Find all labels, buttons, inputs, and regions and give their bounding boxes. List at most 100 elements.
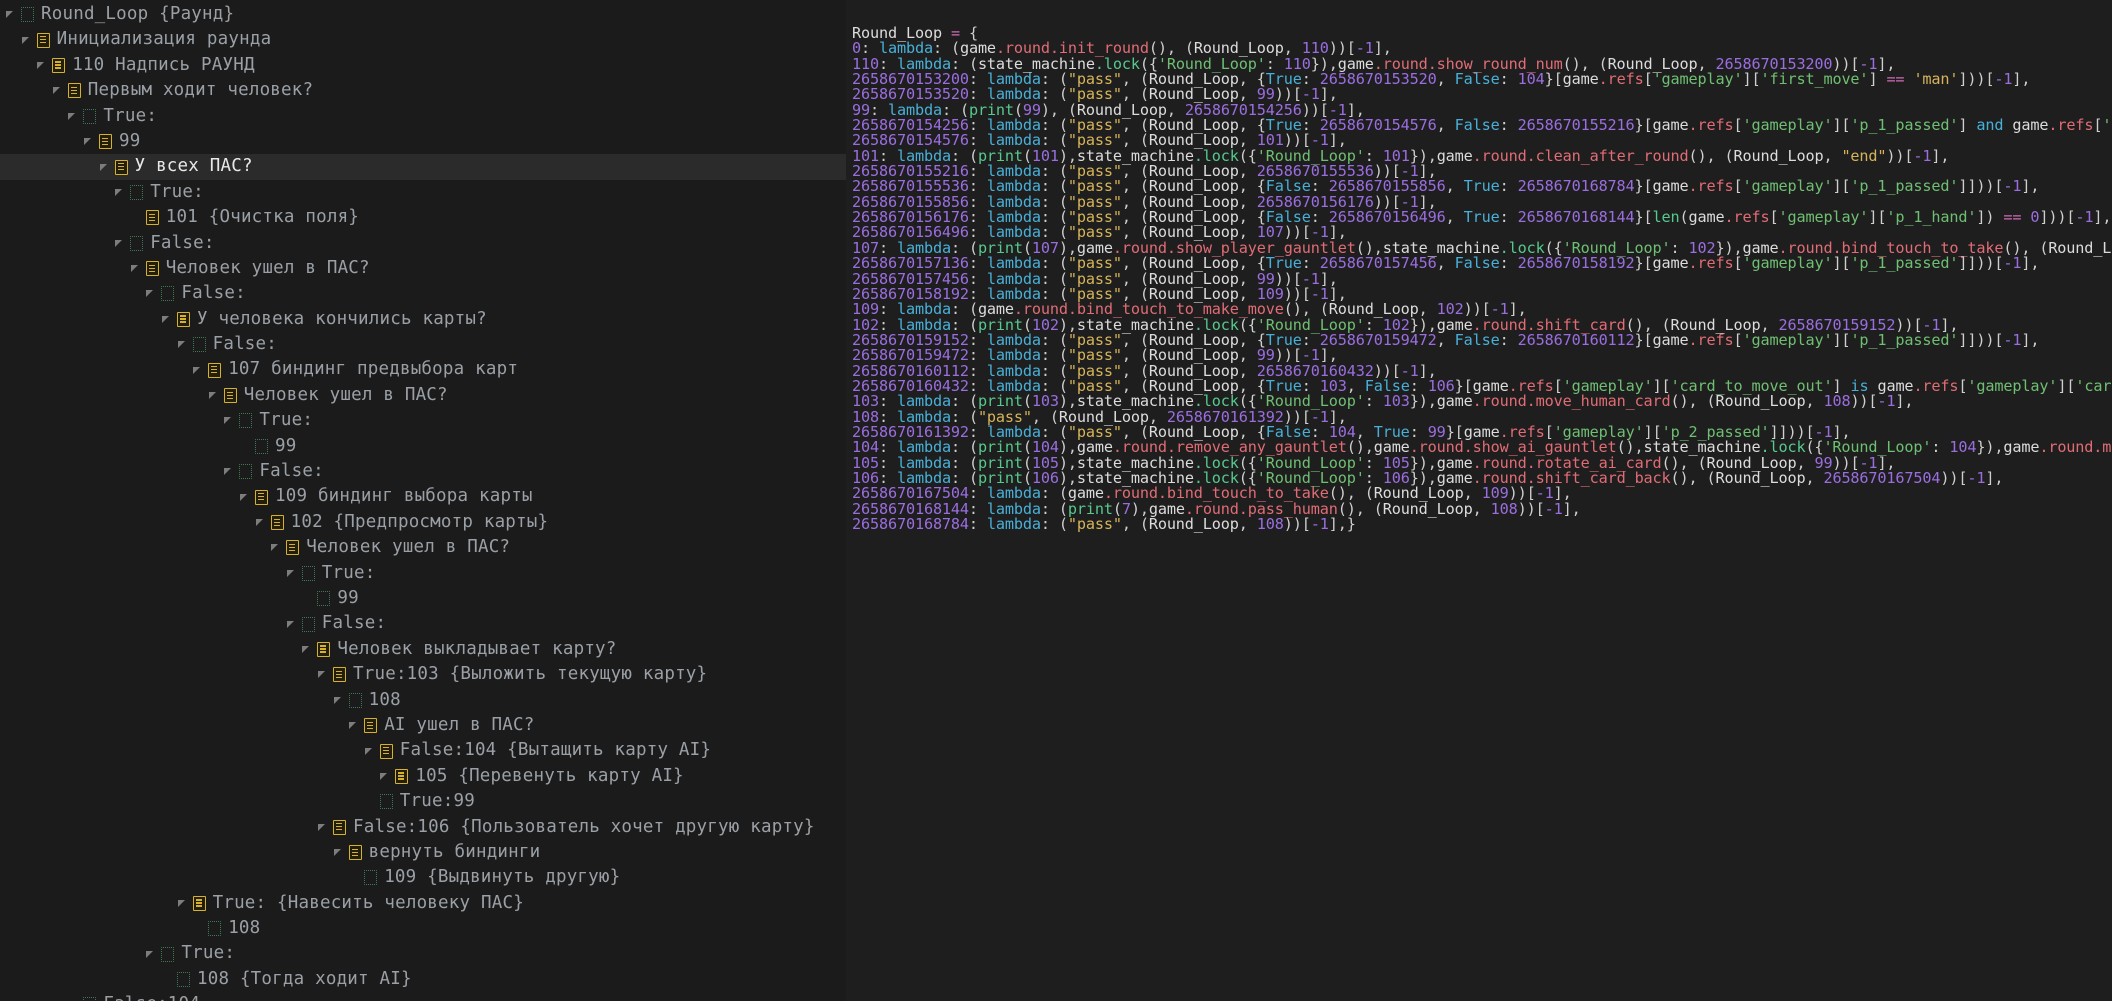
tree-row[interactable]: 110 Надпись РАУНД xyxy=(0,53,846,78)
code-token-attr: .round xyxy=(2039,438,2093,456)
generated-code-panel[interactable]: Round_Loop = {0: lambda: (game.round.ini… xyxy=(846,0,2112,1001)
tree-row[interactable]: True:103 {Выложить текущую карту} xyxy=(0,662,846,687)
code-token-var: game xyxy=(2012,116,2048,134)
expand-collapse-triangle-icon[interactable] xyxy=(129,256,144,281)
tree-row[interactable]: 109 {Выдвинуть другую} xyxy=(0,865,846,890)
tree-row[interactable]: 107 биндинг предвыбора карт xyxy=(0,357,846,382)
tree-row[interactable]: False: xyxy=(0,231,846,256)
tree-row[interactable]: Первым ходит человек? xyxy=(0,78,846,103)
tree-row[interactable]: 108 {Тогда ходит AI} xyxy=(0,967,846,992)
tree-row[interactable]: У человека кончились карты? xyxy=(0,307,846,332)
expand-collapse-triangle-icon[interactable] xyxy=(191,358,206,383)
empty-node-icon xyxy=(130,185,143,200)
expand-collapse-triangle-icon[interactable] xyxy=(222,408,237,433)
expand-collapse-triangle-icon[interactable] xyxy=(113,231,128,256)
tree-row[interactable]: False: xyxy=(0,459,846,484)
expand-collapse-triangle-icon[interactable] xyxy=(20,28,35,53)
tree-row[interactable]: 99 xyxy=(0,586,846,611)
tree-row[interactable]: 99 xyxy=(0,129,846,154)
code-token-punct: [ xyxy=(1734,177,1743,195)
expand-collapse-triangle-icon[interactable] xyxy=(378,764,393,789)
expand-collapse-triangle-icon[interactable] xyxy=(269,535,284,560)
tree-row[interactable]: Round_Loop {Раунд} xyxy=(0,2,846,27)
code-token-num: -1 xyxy=(2003,177,2021,195)
code-scroll-area[interactable]: Round_Loop = {0: lambda: (game.round.ini… xyxy=(846,0,2112,1001)
script-node-icon xyxy=(193,896,206,911)
expand-collapse-triangle-icon[interactable] xyxy=(332,840,347,865)
expand-collapse-triangle-icon[interactable] xyxy=(347,713,362,738)
tree-row-label: Человек ушел в ПАС? xyxy=(306,535,510,560)
tree-row[interactable]: 99 xyxy=(0,434,846,459)
expand-collapse-triangle-icon[interactable] xyxy=(332,688,347,713)
expand-collapse-triangle-icon[interactable] xyxy=(144,942,159,967)
code-token-num: -1 xyxy=(1967,469,1985,487)
tree-row[interactable]: 108 xyxy=(0,916,846,941)
expand-collapse-triangle-icon[interactable] xyxy=(176,332,191,357)
tree-row[interactable]: 108 xyxy=(0,688,846,713)
code-token-strg: 'p_1_passed' xyxy=(1850,177,1958,195)
tree-row[interactable]: Человек выкладывает карту? xyxy=(0,637,846,662)
tree-row[interactable]: False:104 xyxy=(0,992,846,1001)
tree-row-label: True:99 xyxy=(400,789,475,814)
empty-node-icon xyxy=(130,236,143,251)
state-machine-tree-panel[interactable]: Round_Loop {Раунд}Инициализация раунда11… xyxy=(0,0,846,1001)
expand-collapse-triangle-icon[interactable] xyxy=(98,155,113,180)
code-token-punct: ))[ xyxy=(1284,515,1311,533)
code-lines: Round_Loop = {0: lambda: (game.round.ini… xyxy=(852,26,2112,532)
expand-collapse-triangle-icon[interactable] xyxy=(285,561,300,586)
tree-row[interactable]: вернуть биндинги xyxy=(0,840,846,865)
tree-row[interactable]: True: {Навесить человеку ПАС} xyxy=(0,891,846,916)
code-token-punct: ]))[ xyxy=(2039,208,2075,226)
tree-row[interactable]: False:104 {Вытащить карту AI} xyxy=(0,738,846,763)
expand-collapse-triangle-icon[interactable] xyxy=(254,510,269,535)
tree-row[interactable]: 102 {Предпросмотр карты} xyxy=(0,510,846,535)
tree-row[interactable]: True: xyxy=(0,180,846,205)
script-node-icon xyxy=(99,134,112,149)
tree-row[interactable]: False: xyxy=(0,281,846,306)
script-node-icon xyxy=(177,312,190,327)
tree-row[interactable]: 101 {Очистка поля} xyxy=(0,205,846,230)
expand-collapse-triangle-icon[interactable] xyxy=(160,307,175,332)
tree-row[interactable]: AI ушел в ПАС? xyxy=(0,713,846,738)
expand-collapse-triangle-icon[interactable] xyxy=(285,612,300,637)
tree-row[interactable]: False: xyxy=(0,332,846,357)
tree-list[interactable]: Round_Loop {Раунд}Инициализация раунда11… xyxy=(0,2,846,1001)
tree-row[interactable]: Инициализация раунда xyxy=(0,27,846,52)
tree-row[interactable]: True: xyxy=(0,104,846,129)
expand-collapse-triangle-icon[interactable] xyxy=(316,662,331,687)
expand-collapse-triangle-icon[interactable] xyxy=(51,78,66,103)
code-token-punct: , xyxy=(1239,515,1257,533)
tree-row[interactable]: У всех ПАС? xyxy=(0,154,846,179)
expand-collapse-triangle-icon[interactable] xyxy=(144,281,159,306)
tree-row-label: 109 {Выдвинуть другую} xyxy=(384,865,620,890)
code-token-num: -1 xyxy=(2003,331,2021,349)
expand-collapse-triangle-icon[interactable] xyxy=(238,485,253,510)
expand-collapse-triangle-icon[interactable] xyxy=(363,739,378,764)
tree-row[interactable]: False: xyxy=(0,611,846,636)
tree-row[interactable]: True: xyxy=(0,941,846,966)
code-token-punct: ], xyxy=(1895,392,1913,410)
tree-row[interactable]: True: xyxy=(0,561,846,586)
script-node-icon xyxy=(146,261,159,276)
expand-collapse-triangle-icon[interactable] xyxy=(300,637,315,662)
code-token-var: Round_Loop xyxy=(1149,515,1239,533)
tree-row[interactable]: Человек ушел в ПАС? xyxy=(0,535,846,560)
tree-row[interactable]: Человек ушел в ПАС? xyxy=(0,383,846,408)
expand-collapse-triangle-icon[interactable] xyxy=(113,180,128,205)
expand-collapse-triangle-icon[interactable] xyxy=(316,815,331,840)
tree-row[interactable]: Человек ушел в ПАС? xyxy=(0,256,846,281)
expand-collapse-triangle-icon[interactable] xyxy=(4,2,19,27)
code-token-kw: False xyxy=(1455,70,1500,88)
tree-row-label: AI ушел в ПАС? xyxy=(384,713,534,738)
expand-collapse-triangle-icon[interactable] xyxy=(82,129,97,154)
expand-collapse-triangle-icon[interactable] xyxy=(222,459,237,484)
expand-collapse-triangle-icon[interactable] xyxy=(176,891,191,916)
expand-collapse-triangle-icon[interactable] xyxy=(207,383,222,408)
expand-collapse-triangle-icon[interactable] xyxy=(35,53,50,78)
tree-row[interactable]: 109 биндинг выбора карты xyxy=(0,484,846,509)
expand-collapse-triangle-icon[interactable] xyxy=(66,104,81,129)
tree-row[interactable]: True: xyxy=(0,408,846,433)
tree-row[interactable]: True:99 xyxy=(0,789,846,814)
tree-row[interactable]: 105 {Перевенуть карту AI} xyxy=(0,764,846,789)
tree-row[interactable]: False:106 {Пользователь хочет другую кар… xyxy=(0,815,846,840)
